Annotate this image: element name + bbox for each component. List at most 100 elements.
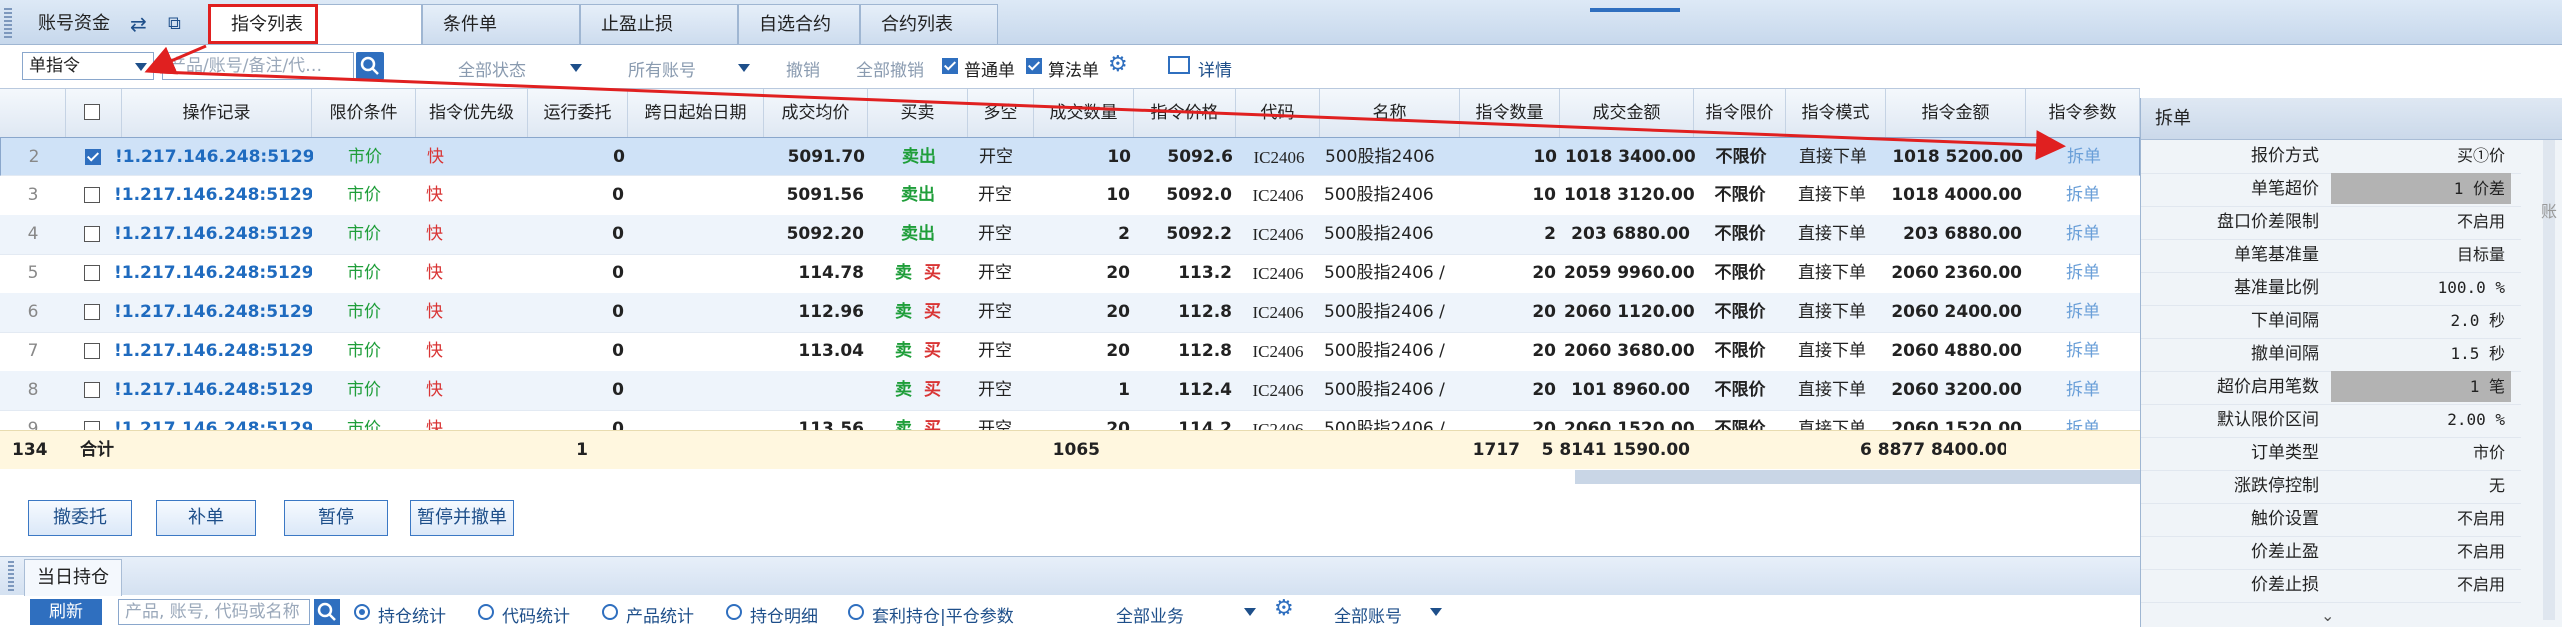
op-log-cell[interactable]: !1.217.146.248:51296 [110,215,312,254]
radio-position-detail[interactable] [726,604,742,620]
param-row[interactable]: 单笔超价 1 价差 [2141,173,2521,207]
chevron-down-icon[interactable]: ⌄ [2321,606,2334,625]
search-input[interactable]: 产品/账号/备注/代… [162,52,354,80]
swap-icon[interactable]: ⇄ [130,4,147,44]
param-value[interactable]: 2.0 秒 [2331,305,2511,336]
col-order-mode[interactable]: 指令模式 [1786,89,1886,137]
param-value[interactable]: 1.5 秒 [2331,338,2511,369]
position-search-input[interactable]: 产品, 账号, 代码或名称 [118,599,310,625]
param-value[interactable]: 无 [2331,470,2511,501]
radio-code-stats[interactable] [478,604,494,620]
chevron-down-icon[interactable] [738,64,750,72]
col-priority[interactable]: 指令优先级 [416,89,528,137]
param-row[interactable]: 价差止盈 不启用 [2141,536,2521,570]
order-params-link[interactable]: 拆单 [2026,215,2140,254]
select-all-header[interactable] [66,89,122,137]
tab-account-funds[interactable]: 账号资金 ⇄ ⧉ [18,4,210,44]
row-checkbox[interactable] [84,343,100,359]
param-row[interactable]: 涨跌停控制无 [2141,470,2521,504]
tab-stop-profit-loss[interactable]: 止盈止损 [580,4,738,44]
table-row[interactable]: 9 !1.217.146.248:51296 市价 快 0 113.56 卖 买… [0,410,2140,431]
param-value[interactable]: 1 价差 [2331,173,2511,204]
account-filter[interactable]: 所有账号 [628,56,696,81]
param-value[interactable]: 不启用 [2331,206,2511,237]
supplement-order-button[interactable]: 补单 [156,500,256,536]
account-filter[interactable]: 全部账号 [1334,602,1402,627]
window-icon[interactable]: ⧉ [168,4,181,44]
col-cross-day-date[interactable]: 跨日起始日期 [628,89,764,137]
param-row[interactable]: 订单类型 市价 [2141,437,2521,471]
order-params-link[interactable]: 拆单 [2026,293,2140,332]
tab-daily-positions[interactable]: 当日持仓 [24,559,122,596]
business-filter[interactable]: 全部业务 [1116,602,1184,627]
col-order-price[interactable]: 指令价格 [1134,89,1236,137]
tab-contract-list[interactable]: 合约列表 [860,4,998,44]
order-type-select[interactable]: 单指令 [22,52,154,80]
details-icon[interactable] [1168,56,1190,74]
row-checkbox[interactable] [84,304,100,320]
col-fill-amount[interactable]: 成交金额 [1560,89,1694,137]
param-value[interactable]: 1 笔 [2331,371,2511,402]
row-checkbox[interactable] [84,226,100,242]
param-row[interactable]: 盘口价差限制 不启用 [2141,206,2521,240]
drag-grip-icon[interactable] [8,561,14,591]
param-value[interactable]: 2.00 % [2331,404,2511,435]
op-log-cell[interactable]: !1.217.146.248:51296 [110,410,312,430]
col-running[interactable]: 运行委托 [528,89,628,137]
param-row[interactable]: 报价方式 买①价 [2141,140,2521,174]
col-order-params[interactable]: 指令参数 [2026,89,2140,137]
param-row[interactable]: 撤单间隔 1.5 秒 [2141,338,2521,372]
table-row[interactable]: 6 !1.217.146.248:51296 市价 快 0 112.96 卖 买… [0,293,2140,333]
order-params-link[interactable]: 拆单 [2026,254,2140,293]
param-row[interactable]: 下单间隔 2.0 秒 [2141,305,2521,339]
col-side[interactable]: 买卖 [868,89,968,137]
param-row[interactable]: 价差止损 不启用 [2141,569,2521,603]
radio-position-stats[interactable] [354,604,370,620]
param-value[interactable]: 市价 [2331,437,2511,468]
status-filter[interactable]: 全部状态 [458,56,526,81]
col-limit-condition[interactable]: 限价条件 [312,89,416,137]
search-icon[interactable] [314,599,340,625]
radio-product-stats[interactable] [602,604,618,620]
op-log-cell[interactable]: !1.217.146.248:51296 [110,176,312,215]
table-row[interactable]: 4 !1.217.146.248:51296 市价 快 0 5092.20 卖出… [0,215,2140,255]
cancel-order-button[interactable]: 撤委托 [28,500,132,536]
order-params-link[interactable]: 拆单 [2026,371,2140,410]
row-checkbox[interactable] [84,265,100,281]
tab-watchlist[interactable]: 自选合约 [738,4,860,44]
gear-icon[interactable]: ⚙ [1108,52,1128,77]
col-long-short[interactable]: 多空 [968,89,1034,137]
pause-button[interactable]: 暂停 [284,500,388,536]
table-row[interactable]: 2 !1.217.146.248:51296 市价 快 0 5091.70 卖出… [0,137,2140,176]
row-checkbox[interactable] [85,149,101,165]
cancel-all-button[interactable]: 全部撤销 [856,56,924,81]
order-params-link[interactable]: 拆单 [2026,332,2140,371]
col-name[interactable]: 名称 [1320,89,1460,137]
refresh-button[interactable]: 刷新 [30,599,102,625]
chevron-down-icon[interactable] [1244,608,1256,616]
table-row[interactable]: 3 !1.217.146.248:51296 市价 快 0 5091.56 卖出… [0,176,2140,216]
col-fill-qty[interactable]: 成交数量 [1034,89,1134,137]
order-params-link[interactable]: 拆单 [2027,138,2141,177]
param-row[interactable]: 基准量比例 100.0 % [2141,272,2521,306]
normal-order-checkbox[interactable] [942,58,958,74]
op-log-cell[interactable]: !1.217.146.248:51296 [110,293,312,332]
param-value[interactable]: 不启用 [2331,569,2511,600]
param-value[interactable]: 100.0 % [2331,272,2511,303]
op-log-cell[interactable]: !1.217.146.248:51296 [110,254,312,293]
param-value[interactable]: 不启用 [2331,503,2511,534]
row-checkbox[interactable] [84,187,100,203]
drag-grip-icon[interactable] [4,8,12,38]
algo-order-checkbox[interactable] [1026,58,1042,74]
param-row[interactable]: 触价设置 不启用 [2141,503,2521,537]
param-value[interactable]: 不启用 [2331,536,2511,567]
col-order-qty[interactable]: 指令数量 [1460,89,1560,137]
col-op-log[interactable]: 操作记录 [122,89,312,137]
row-checkbox[interactable] [84,382,100,398]
tab-conditional-orders[interactable]: 条件单 [422,4,580,44]
horizontal-scrollbar[interactable] [1575,470,2140,484]
col-order-limit[interactable]: 指令限价 [1694,89,1786,137]
chevron-down-icon[interactable] [570,64,582,72]
param-value[interactable]: 买①价 [2331,140,2511,171]
param-row[interactable]: 单笔基准量 目标量 [2141,239,2521,273]
